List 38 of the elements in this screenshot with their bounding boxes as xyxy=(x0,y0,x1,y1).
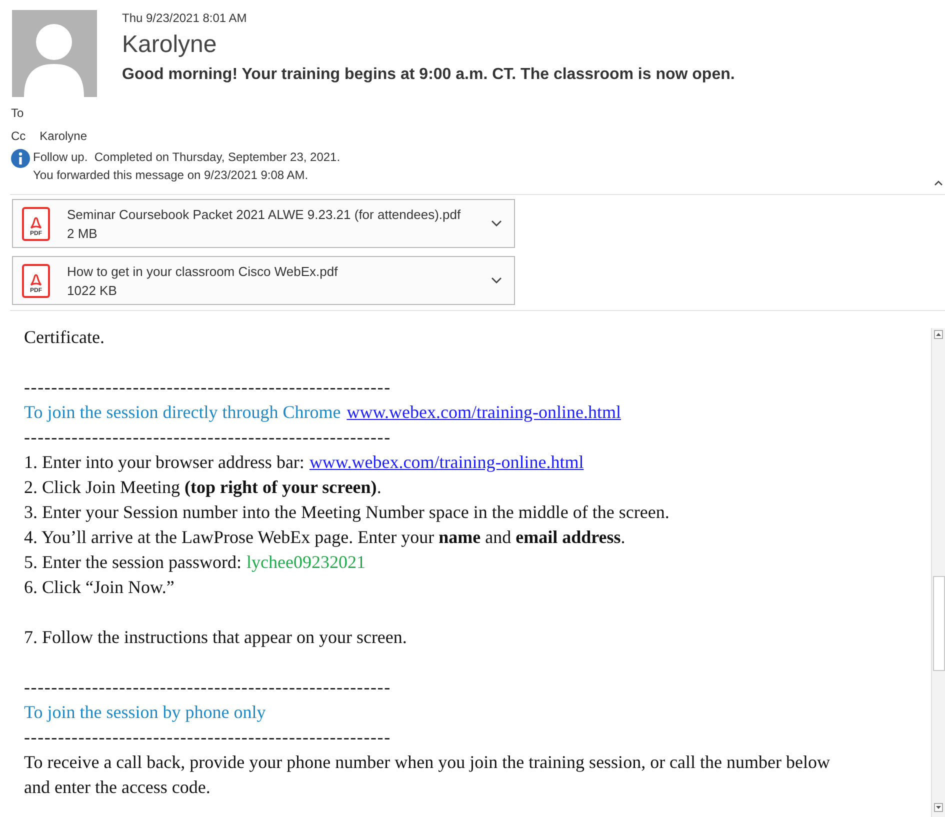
instruction-text: 5. Enter the session password: xyxy=(24,551,242,574)
body-text: 4. You’ll arrive at the LawProse WebEx page. Enter your name and email address. xyxy=(24,526,626,549)
chevron-down-icon[interactable] xyxy=(491,220,502,227)
body-text: To receive a call back, provide your phone number when you join the training session, or call the number below and enter the access code. xyxy=(24,751,832,799)
attachment-size: 2 MB xyxy=(67,224,98,242)
info-icon xyxy=(11,149,30,168)
body-text: Certificate. xyxy=(24,326,106,349)
info-text: Follow up. Completed on Thursday, September 23, 2021. xyxy=(33,149,340,166)
attachment-name: Seminar Coursebook Packet 2021 ALWE 9.23.21 (for attendees).pdf xyxy=(67,206,462,224)
scroll-up-icon[interactable] xyxy=(934,330,943,339)
chevron-down-icon[interactable] xyxy=(491,277,502,284)
sender-name: Karolyne xyxy=(122,30,218,60)
subject-text: Good morning! Your training begins at 9:00 a.m. CT. The classroom is now open. xyxy=(122,65,735,85)
to-label: To xyxy=(11,106,24,120)
body-text: 2. Click Join Meeting (top right of your screen). xyxy=(24,476,382,499)
cc-recipient: Karolyne xyxy=(40,128,88,145)
body-text: 7. Follow the instructions that appear on your screen. xyxy=(24,626,408,649)
scrollbar-thumb[interactable] xyxy=(933,576,945,671)
cc-label: Cc xyxy=(11,128,26,145)
dashed-rule: ------------------------------------------------------ xyxy=(24,726,392,749)
link[interactable]: www.webex.com/training-online.html xyxy=(309,450,584,475)
date-text: Thu 9/23/2021 8:01 AM xyxy=(122,10,248,26)
dashed-rule: ------------------------------------------------------ xyxy=(24,376,392,399)
dashed-rule: ------------------------------------------------------ xyxy=(24,676,392,699)
dashed-rule: ------------------------------------------------------ xyxy=(24,426,392,449)
section-heading: To join the session by phone only xyxy=(24,701,266,724)
instruction-text: 1. Enter into your browser address bar: xyxy=(24,451,304,474)
collapse-icon[interactable] xyxy=(934,180,943,186)
attachment-size: 1022 KB xyxy=(67,282,118,300)
scroll-down-icon[interactable] xyxy=(934,803,943,812)
password-text: lychee09232021 xyxy=(246,551,366,574)
info-text: You forwarded this message on 9/23/2021 9:08 AM. xyxy=(33,167,310,184)
body-text: 3. Enter your Session number into the Meeting Number space in the middle of the screen. xyxy=(24,501,670,524)
body-text: 6. Click “Join Now.” xyxy=(24,576,176,599)
scrollbar[interactable] xyxy=(931,328,945,817)
link[interactable]: www.webex.com/training-online.html xyxy=(346,400,621,425)
section-heading: To join the session directly through Chrome xyxy=(24,401,341,424)
attachment-name: How to get in your classroom Cisco WebEx.pdf xyxy=(67,262,339,280)
